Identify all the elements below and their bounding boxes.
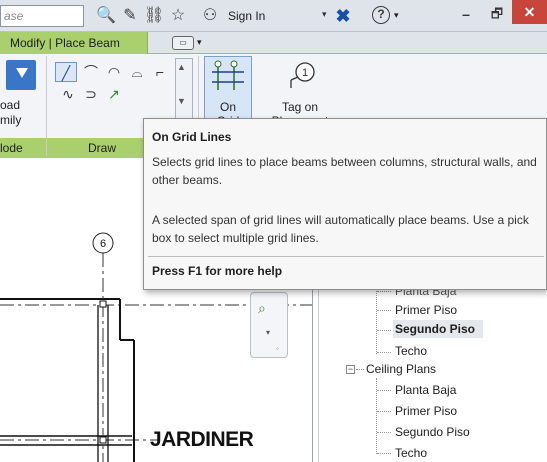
pick-lines-icon[interactable]: ↗: [103, 84, 125, 104]
scroll-up-icon[interactable]: ▲: [177, 62, 186, 72]
panel-divider: [46, 56, 47, 156]
scroll-down-icon[interactable]: ▼: [177, 96, 186, 106]
maximize-button[interactable]: 🗗: [483, 4, 511, 26]
draw-ellipse-icon[interactable]: ⊃: [80, 84, 102, 104]
tree-item-ceiling-techo[interactable]: Techo: [395, 446, 427, 460]
tooltip-detail: A selected span of grid lines will autom…: [152, 213, 529, 245]
zoom-dropdown-icon[interactable]: ▾: [266, 328, 270, 337]
tree-connector: [377, 352, 391, 353]
binoculars-icon[interactable]: 🔍: [96, 6, 116, 26]
on-grid-icon: [212, 60, 244, 90]
tree-connector: [377, 310, 391, 311]
zoom-icon[interactable]: ⌕: [258, 300, 278, 320]
tab-modify-place-beam[interactable]: Modify | Place Beam: [0, 32, 148, 54]
draw-panel-label: Draw: [88, 141, 117, 155]
draw-arc-start-end-icon[interactable]: ⌒: [80, 62, 102, 82]
draw-line-icon[interactable]: ╱: [55, 62, 77, 82]
tooltip-help-hint: Press F1 for more help: [152, 264, 283, 278]
draw-spline-icon[interactable]: ∿: [57, 84, 79, 104]
tree-connector: [377, 411, 391, 412]
tree-connector: [377, 330, 391, 331]
draw-arc-center-icon[interactable]: ◠: [103, 62, 125, 82]
grid-bubble-label: 6: [100, 238, 106, 250]
draw-tangent-arc-icon[interactable]: ⌓: [126, 62, 148, 82]
tree-item-ceiling-planta-baja[interactable]: Planta Baja: [395, 383, 456, 397]
search-input[interactable]: ase: [0, 5, 84, 27]
room-tag-label[interactable]: JARDINER: [150, 428, 254, 452]
nav-bar-options-icon[interactable]: ◦: [276, 344, 279, 353]
minimize-ribbon-icon[interactable]: ▭: [172, 36, 194, 50]
user-icon[interactable]: ⚇: [200, 6, 220, 26]
tree-connector: [377, 453, 391, 454]
favorites-star-icon[interactable]: ☆: [168, 6, 188, 26]
mode-panel-label: lode: [0, 141, 23, 155]
help-dropdown-icon[interactable]: ▾: [394, 10, 399, 21]
tree-item-ceiling-primer-piso[interactable]: Primer Piso: [395, 404, 457, 418]
tooltip-divider: [148, 256, 544, 257]
tree-connector: [377, 390, 391, 391]
tag-on-placement-icon[interactable]: 1: [287, 60, 317, 90]
svg-text:1: 1: [302, 67, 308, 79]
minimize-button[interactable]: –: [452, 4, 480, 26]
tree-connector: [377, 291, 391, 292]
ribbon-options-dropdown-icon[interactable]: ▾: [197, 37, 202, 48]
tree-item-primer-piso[interactable]: Primer Piso: [395, 303, 457, 317]
help-icon[interactable]: ?: [372, 6, 390, 24]
tree-item-ceiling-segundo-piso[interactable]: Segundo Piso: [395, 425, 470, 439]
tooltip-title: On Grid Lines: [152, 130, 232, 144]
sign-in-dropdown-icon[interactable]: ▾: [322, 9, 327, 20]
tree-connector: [356, 369, 364, 370]
draw-fillet-arc-icon[interactable]: ⌐: [149, 62, 171, 82]
tree-item-segundo-piso[interactable]: Segundo Piso: [395, 322, 475, 336]
search-people-icon[interactable]: ✎: [120, 6, 140, 26]
exchange-icon[interactable]: ✖: [332, 5, 354, 27]
load-family-icon[interactable]: [6, 60, 36, 90]
tree-item-ceiling-plans[interactable]: Ceiling Plans: [366, 362, 436, 376]
close-button[interactable]: ✕: [512, 0, 547, 24]
tree-connector: [377, 432, 391, 433]
sign-in-button[interactable]: Sign In: [228, 9, 265, 23]
collapse-icon[interactable]: −: [346, 365, 355, 374]
subscription-icon[interactable]: ⛓: [144, 6, 164, 26]
tooltip-description: Selects grid lines to place beams betwee…: [152, 155, 537, 187]
tree-item-techo[interactable]: Techo: [395, 344, 427, 358]
load-family-label[interactable]: oad mily: [0, 98, 21, 128]
